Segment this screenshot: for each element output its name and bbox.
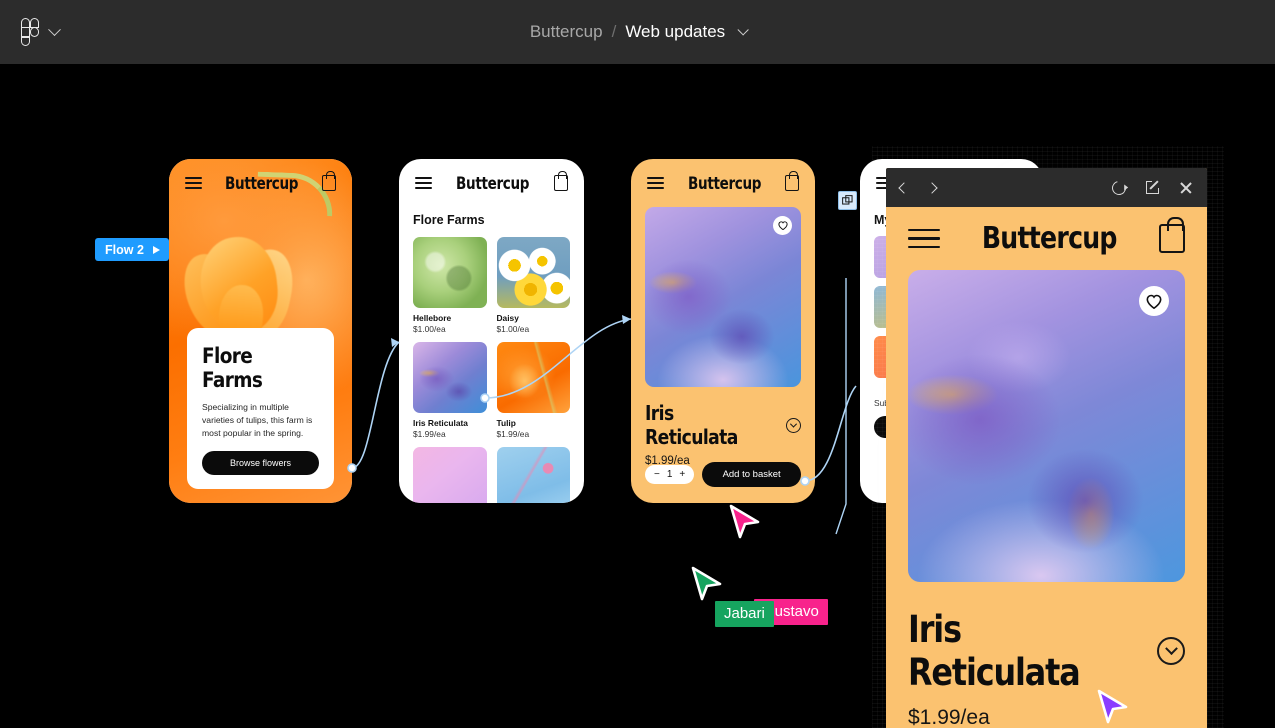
chevron-down-circle-icon[interactable]	[786, 417, 801, 433]
breadcrumb-project: Buttercup	[529, 22, 603, 41]
product-name: Tulip	[496, 418, 516, 428]
prototype-toolbar	[886, 168, 1207, 207]
frame-product-detail[interactable]: Buttercup Iris Reticulata $1.99/ea − 1 +…	[631, 159, 815, 503]
brand-logo: Buttercup	[456, 173, 530, 193]
product-card[interactable]	[413, 447, 487, 503]
product-price: $1.99/ea	[413, 429, 446, 439]
product-card[interactable]	[496, 447, 570, 503]
product-grid: Hellebore $1.00/ea Daisy $1.00/ea Iris R…	[413, 237, 570, 503]
purchase-actions: − 1 + Add to basket	[645, 462, 801, 487]
flow-label: Flow 2	[105, 242, 144, 257]
figma-main-menu-button[interactable]	[0, 0, 190, 64]
shopping-bag-icon[interactable]	[784, 171, 799, 191]
restart-icon[interactable]	[1109, 177, 1129, 198]
app-bar: Buttercup	[631, 159, 815, 207]
product-thumbnail	[496, 237, 570, 308]
figma-logo-icon	[20, 18, 40, 47]
close-icon[interactable]	[1179, 181, 1193, 195]
flow-starting-point-badge[interactable]: Flow 2	[95, 238, 169, 261]
heart-icon[interactable]	[773, 216, 792, 235]
app-bar: Buttercup	[886, 207, 1207, 270]
chevron-down-circle-icon[interactable]	[1157, 637, 1185, 665]
product-price: $1.00/ea	[413, 324, 446, 334]
play-icon[interactable]	[152, 245, 160, 254]
product-thumbnail	[413, 342, 487, 413]
product-card[interactable]: Daisy $1.00/ea	[496, 237, 570, 334]
product-name: Iris Reticulata	[645, 401, 738, 449]
product-name: Iris Reticulata	[413, 418, 468, 428]
farm-description: Specializing in multiple varieties of tu…	[202, 401, 313, 438]
prototype-presentation-window[interactable]: Buttercup Iris Reticulata $1.99/ea − 1 +…	[886, 168, 1207, 728]
product-thumbnail	[413, 237, 487, 308]
hamburger-menu-icon[interactable]	[415, 174, 432, 193]
breadcrumb-separator: /	[611, 22, 617, 41]
chevron-down-icon[interactable]	[737, 24, 749, 36]
shopping-bag-icon[interactable]	[1159, 217, 1185, 253]
frame-home[interactable]: Buttercup Flore Farms Specializing in mu…	[169, 159, 352, 503]
hamburger-menu-icon[interactable]	[647, 174, 664, 193]
product-card[interactable]: Tulip $1.99/ea	[496, 342, 570, 439]
product-thumbnail	[496, 342, 570, 413]
document-title-breadcrumb[interactable]: Buttercup / Web updates	[0, 0, 1275, 64]
increment-button[interactable]: +	[679, 469, 685, 480]
farm-title: Flore Farms	[202, 343, 263, 392]
farm-info-card: Flore Farms Specializing in multiple var…	[187, 327, 334, 489]
product-thumbnail	[413, 447, 487, 503]
brand-logo: Buttercup	[225, 173, 299, 193]
overlay-interaction-marker[interactable]	[838, 191, 857, 210]
shopping-bag-icon[interactable]	[553, 171, 568, 191]
product-card[interactable]: Hellebore $1.00/ea	[413, 237, 487, 334]
app-bar: Buttercup	[169, 159, 352, 207]
heart-icon[interactable]	[1139, 286, 1169, 316]
product-price: $1.99/ea	[496, 429, 530, 439]
quantity-value: 1	[666, 469, 673, 480]
product-title-row: Iris Reticulata	[645, 401, 801, 449]
browse-flowers-button[interactable]: Browse flowers	[202, 451, 319, 475]
product-thumbnail	[496, 447, 570, 503]
cursor-label: Jabari	[715, 601, 774, 627]
brand-logo: Buttercup	[982, 221, 1118, 256]
decrement-button[interactable]: −	[654, 469, 660, 480]
chevron-down-icon	[48, 22, 61, 36]
figma-top-bar: Buttercup / Web updates	[0, 0, 1275, 64]
page-title: Flore Farms	[413, 213, 485, 227]
local-cursor	[1096, 689, 1130, 725]
hamburger-menu-icon[interactable]	[185, 174, 202, 193]
collaborator-cursor-gustavo: Gustavo	[728, 504, 828, 625]
product-title-row: Iris Reticulata	[908, 608, 1185, 694]
frame-product-list[interactable]: Buttercup Flore Farms Hellebore $1.00/ea…	[399, 159, 584, 503]
app-bar: Buttercup	[399, 159, 584, 207]
product-price: $1.99/ea	[908, 706, 990, 728]
breadcrumb-page: Web updates	[625, 22, 726, 41]
product-name: Iris Reticulata	[908, 608, 1081, 694]
open-external-icon[interactable]	[1146, 181, 1159, 194]
quantity-stepper[interactable]: − 1 +	[645, 465, 695, 484]
chevron-right-icon[interactable]	[926, 181, 938, 194]
product-image	[908, 270, 1185, 582]
product-name: Daisy	[496, 313, 519, 323]
brand-logo: Buttercup	[687, 173, 762, 193]
shopping-bag-icon[interactable]	[321, 171, 336, 191]
chevron-left-icon[interactable]	[898, 181, 910, 194]
figma-canvas[interactable]: Flow 2 Buttercup Flore Farms Specializin…	[0, 64, 1275, 728]
hamburger-menu-icon[interactable]	[908, 223, 940, 255]
product-price: $1.00/ea	[496, 324, 530, 334]
product-card[interactable]: Iris Reticulata $1.99/ea	[413, 342, 487, 439]
collaborator-cursor-jabari: Jabari	[690, 566, 774, 627]
product-image	[645, 207, 801, 387]
product-name: Hellebore	[413, 313, 452, 323]
add-to-basket-button[interactable]: Add to basket	[702, 462, 801, 487]
